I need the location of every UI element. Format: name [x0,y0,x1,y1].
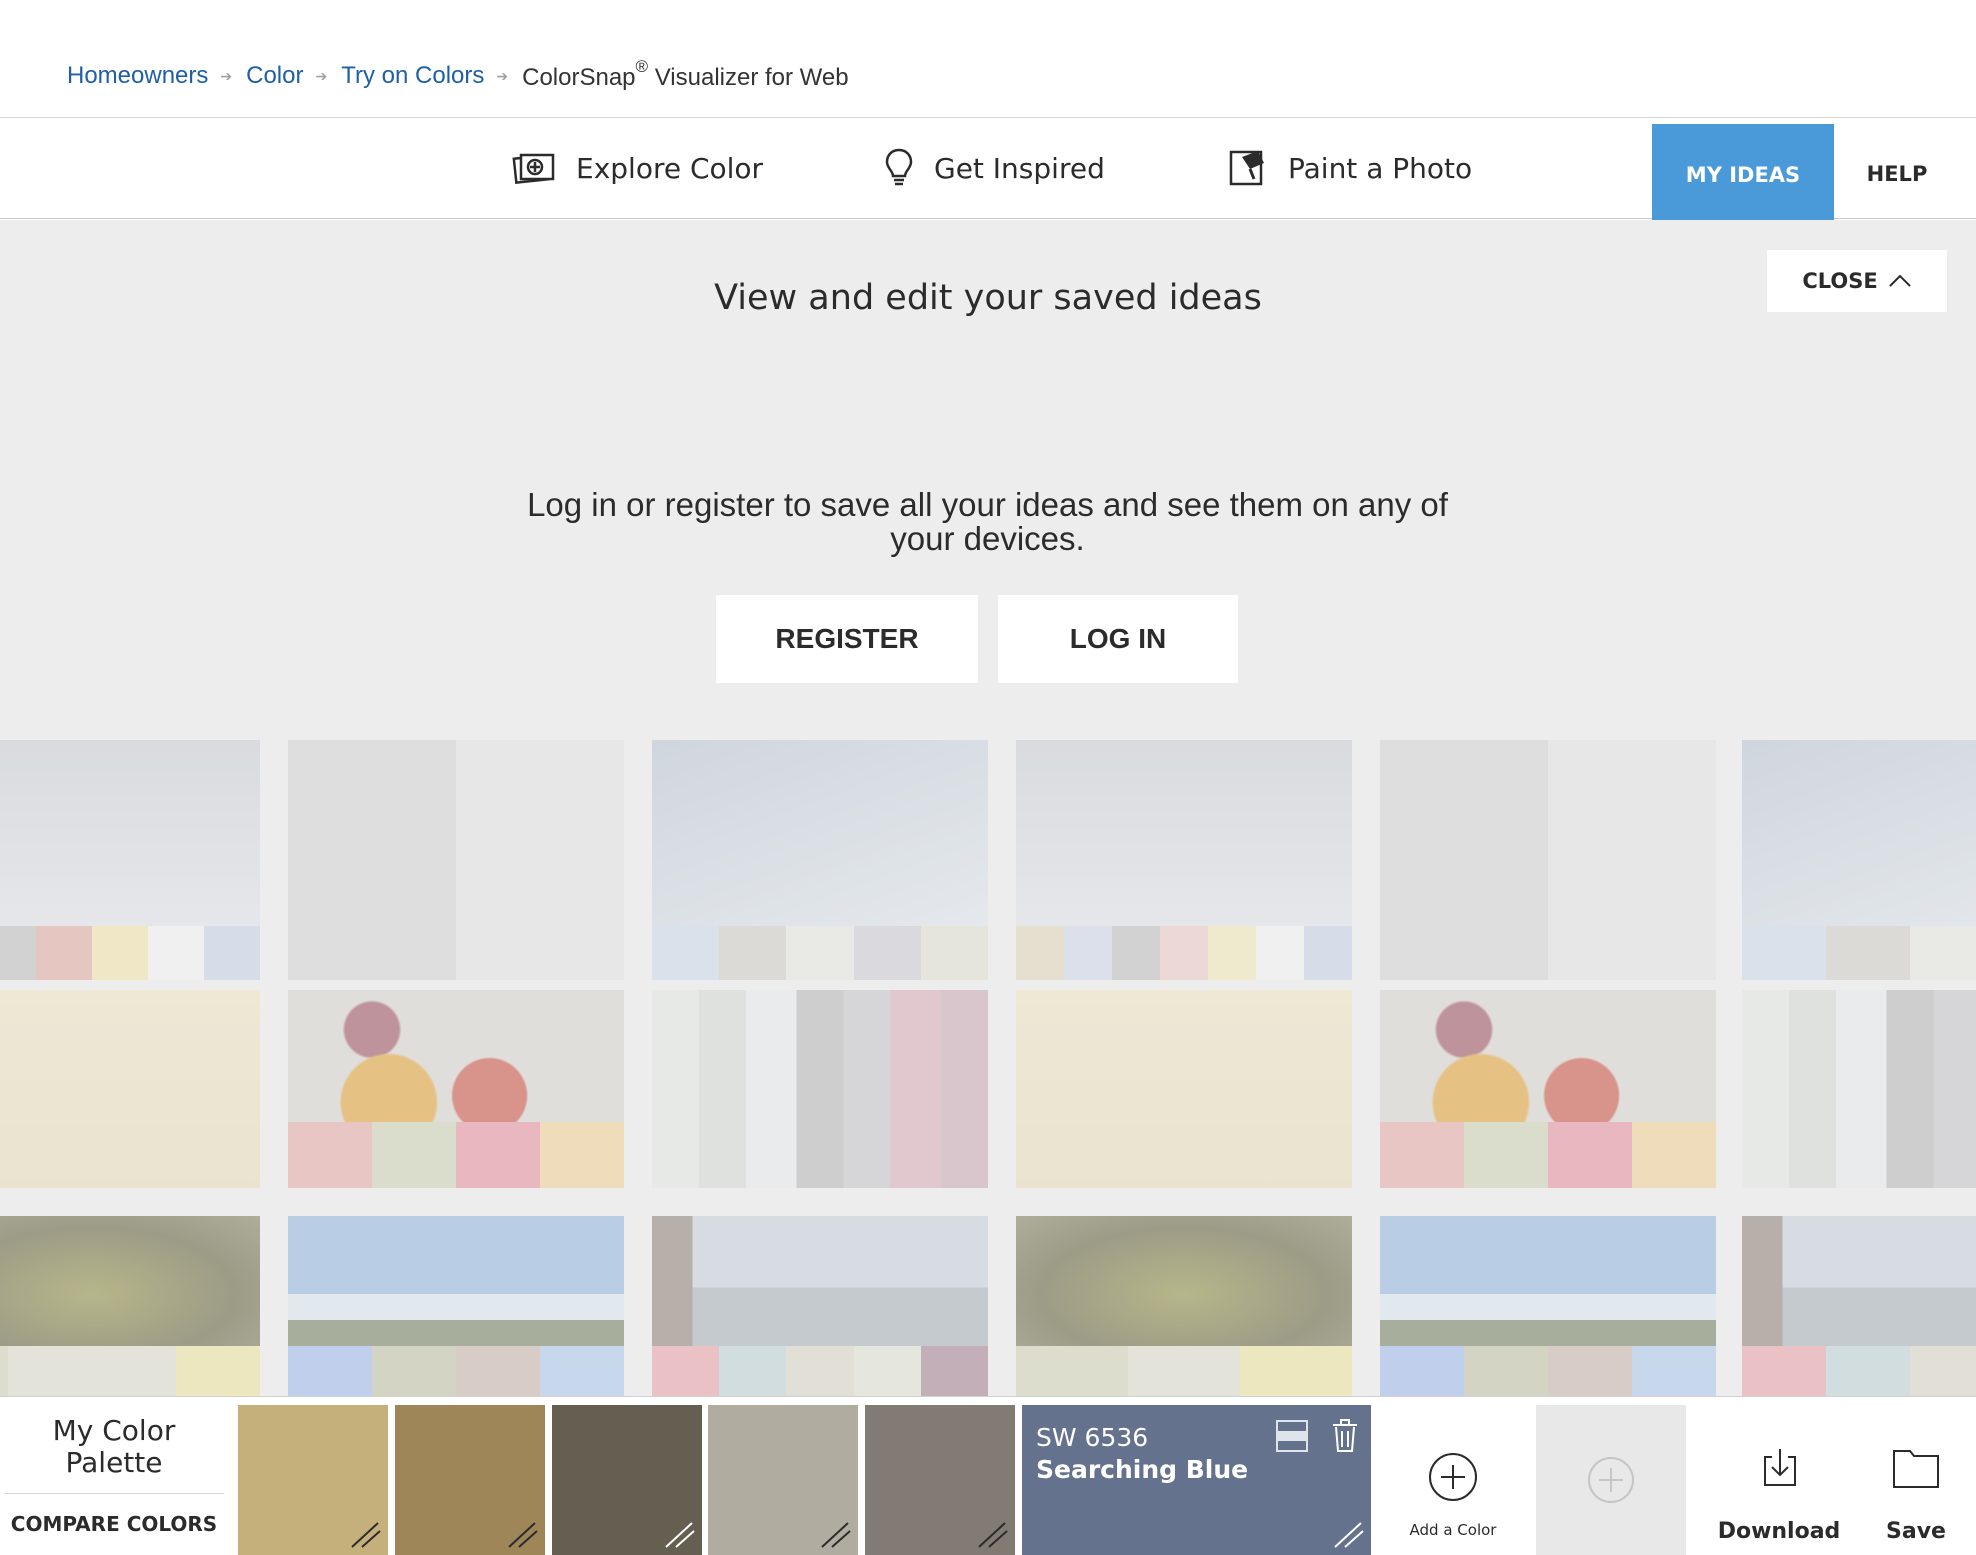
nav-paint-label: Paint a Photo [1288,151,1473,185]
palette-chip[interactable] [708,1405,858,1555]
idea-thumbnail [0,990,260,1188]
resize-corner-icon [508,1522,538,1548]
add-color-button[interactable]: Add a Color [1383,1397,1523,1555]
idea-thumbnail [0,1216,260,1396]
login-message: Log in or register to save all your idea… [527,486,1448,557]
idea-thumbnail [0,740,260,980]
breadcrumb-color[interactable]: Color [246,62,303,90]
palette-chip[interactable] [552,1405,702,1555]
nav-explore-color[interactable]: Explore Color [512,118,763,218]
panel-title: View and edit your saved ideas [714,278,1262,318]
breadcrumb-arrow-icon: ➔ [220,67,233,84]
breadcrumb-arrow-icon: ➔ [315,67,328,84]
idea-thumbnail [1016,1216,1352,1396]
nav-get-inspired[interactable]: Get Inspired [884,118,1105,218]
register-button[interactable]: REGISTER [716,595,978,683]
my-ideas-panel: CLOSE View and edit your saved ideas Log… [0,220,1976,1396]
idea-thumbnail [1742,740,1976,980]
breadcrumb-current-rest: Visualizer for Web [648,63,849,91]
nav-inspired-label: Get Inspired [934,151,1105,185]
color-palette-bar: My Color Palette COMPARE COLORS SW 6536 … [0,1396,1976,1555]
resize-corner-icon [1334,1522,1364,1548]
nav-explore-label: Explore Color [576,151,764,185]
resize-corner-icon [665,1522,695,1548]
empty-palette-slot[interactable] [1536,1405,1686,1555]
idea-thumbnail [1380,740,1716,980]
color-name: Searching Blue [1036,1455,1249,1484]
idea-thumbnail [288,740,624,980]
idea-thumbnail [1742,990,1976,1188]
breadcrumb-homeowners[interactable]: Homeowners [67,62,208,90]
idea-thumbnail [652,740,988,980]
paint-photo-icon [1229,150,1264,186]
color-code: SW 6536 [1036,1423,1149,1452]
folder-icon [1893,1450,1939,1488]
idea-thumbnail [288,1216,624,1396]
trash-icon[interactable] [1331,1419,1359,1453]
download-label: Download [1717,1519,1841,1544]
idea-thumbnail [652,990,988,1188]
explore-color-icon [512,153,555,184]
breadcrumb-current: ColorSnap® Visualizer for Web [522,57,849,92]
breadcrumb-current-name: ColorSnap [522,63,636,91]
color-details-icon[interactable] [1275,1419,1309,1453]
registered-mark: ® [635,56,649,76]
idea-thumbnail [1016,990,1352,1188]
compare-colors-button[interactable]: COMPARE COLORS [4,1493,224,1553]
lightbulb-icon [885,148,913,186]
my-ideas-tab[interactable]: MY IDEAS [1652,124,1834,226]
save-label: Save [1886,1519,1946,1544]
download-icon [1764,1449,1796,1486]
idea-thumbnail [652,1216,988,1396]
help-tab[interactable]: HELP [1836,124,1958,224]
plus-circle-icon [1588,1457,1634,1503]
resize-corner-icon [351,1522,381,1548]
idea-thumbnail [1016,740,1352,980]
breadcrumb-arrow-icon: ➔ [496,67,509,84]
nav-paint-a-photo[interactable]: Paint a Photo [1228,118,1472,218]
active-color-chip[interactable]: SW 6536 Searching Blue [1022,1405,1371,1555]
save-button[interactable]: Save [1866,1397,1966,1555]
palette-chip[interactable] [238,1405,388,1555]
breadcrumb-try-on-colors[interactable]: Try on Colors [341,62,484,90]
login-button[interactable]: LOG IN [998,595,1238,683]
idea-thumbnail [1742,1216,1976,1396]
palette-chip[interactable] [395,1405,545,1555]
resize-corner-icon [821,1522,851,1548]
plus-circle-icon [1429,1453,1477,1501]
chip-tools [1275,1419,1359,1453]
idea-thumbnail [1380,1216,1716,1396]
palette-chip[interactable] [865,1405,1015,1555]
idea-thumbnail [1380,990,1716,1188]
download-button[interactable]: Download [1700,1397,1858,1555]
breadcrumb: Homeowners ➔ Color ➔ Try on Colors ➔ Col… [67,57,849,94]
idea-thumbnail [288,990,624,1188]
resize-corner-icon [978,1522,1008,1548]
add-color-label: Add a Color [1409,1521,1497,1539]
my-color-palette-label: My Color Palette [52,1414,176,1479]
